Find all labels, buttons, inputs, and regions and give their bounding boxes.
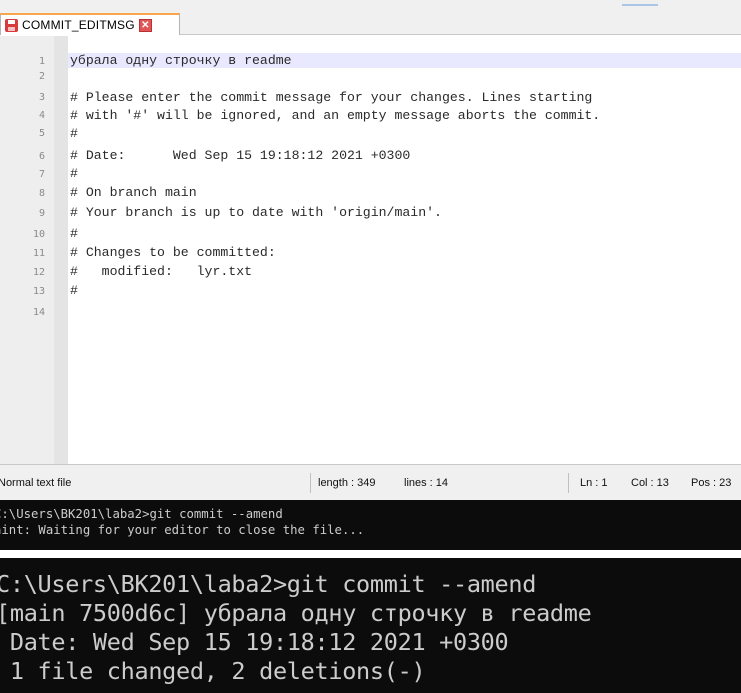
fold-margin — [54, 36, 68, 464]
text-area[interactable]: 1 2 3 4 5 6 7 8 9 10 11 12 13 14 убрала … — [0, 36, 741, 464]
terminal-line: C:\Users\BK201\laba2>git commit --amend — [0, 507, 283, 521]
unsaved-file-icon — [5, 18, 18, 32]
text-line: # with '#' will be ignored, and an empty… — [70, 108, 601, 123]
line-number: 10 — [32, 229, 45, 240]
tab-bar: COMMIT_EDITMSG ✕ — [0, 0, 741, 35]
divider — [0, 550, 741, 558]
close-icon[interactable]: ✕ — [138, 18, 152, 32]
status-divider — [310, 473, 311, 493]
text-line: # Changes to be committed: — [70, 245, 276, 260]
status-length: length : 349 — [318, 477, 376, 489]
status-col: Col : 13 — [631, 477, 669, 489]
status-ln: Ln : 1 — [580, 477, 608, 489]
notepad-editor-window: COMMIT_EDITMSG ✕ 1 2 3 4 5 6 7 8 9 10 11… — [0, 0, 741, 500]
text-line: # Your branch is up to date with 'origin… — [70, 205, 442, 220]
status-pos: Pos : 23 — [691, 477, 732, 489]
text-line: # — [70, 166, 78, 181]
line-number: 5 — [38, 128, 45, 139]
tab-label: COMMIT_EDITMSG — [22, 18, 135, 32]
line-number: 4 — [38, 110, 45, 121]
text-line: # — [70, 126, 78, 141]
status-file-type: Normal text file — [0, 477, 72, 489]
line-number-gutter: 1 2 3 4 5 6 7 8 9 10 11 12 13 14 — [0, 36, 54, 464]
line-number: 7 — [38, 169, 45, 180]
terminal-line: [main 7500d6c] убрала одну строчку в rea… — [0, 599, 592, 627]
text-line: убрала одну строчку в readme — [70, 53, 292, 68]
line-number: 6 — [38, 151, 45, 162]
text-line: # On branch main — [70, 185, 197, 200]
status-lines: lines : 14 — [404, 477, 449, 489]
line-number: 8 — [38, 188, 45, 199]
terminal-line: C:\Users\BK201\laba2>git commit --amend — [0, 570, 537, 598]
text-line — [70, 69, 741, 84]
text-line: # Date: Wed Sep 15 19:18:12 2021 +0300 — [70, 148, 411, 163]
line-number: 14 — [32, 307, 45, 318]
terminal-output-large: C:\Users\BK201\laba2>git commit --amend … — [0, 558, 741, 693]
tabbar-accent — [622, 4, 658, 6]
text-line: # — [70, 283, 78, 298]
tab-commit-editmsg[interactable]: COMMIT_EDITMSG ✕ — [0, 13, 180, 35]
text-line: # Please enter the commit message for yo… — [70, 90, 593, 105]
line-number: 11 — [32, 248, 45, 259]
text-line: # modified: lyr.txt — [70, 264, 253, 279]
terminal-line: Date: Wed Sep 15 19:18:12 2021 +0300 — [0, 628, 509, 656]
terminal-line: hint: Waiting for your editor to close t… — [0, 523, 365, 537]
text-line — [70, 304, 741, 319]
line-number: 12 — [32, 267, 45, 278]
line-number: 3 — [38, 92, 45, 103]
terminal-line: 1 file changed, 2 deletions(-) — [0, 657, 426, 685]
line-number: 1 — [38, 56, 45, 67]
status-divider — [568, 473, 569, 493]
text-line: # — [70, 226, 78, 241]
status-bar: Normal text file length : 349 lines : 14… — [0, 464, 741, 500]
line-number: 13 — [32, 286, 45, 297]
line-number: 9 — [38, 208, 45, 219]
line-number: 2 — [38, 71, 45, 82]
terminal-output-small: C:\Users\BK201\laba2>git commit --amend … — [0, 500, 741, 550]
